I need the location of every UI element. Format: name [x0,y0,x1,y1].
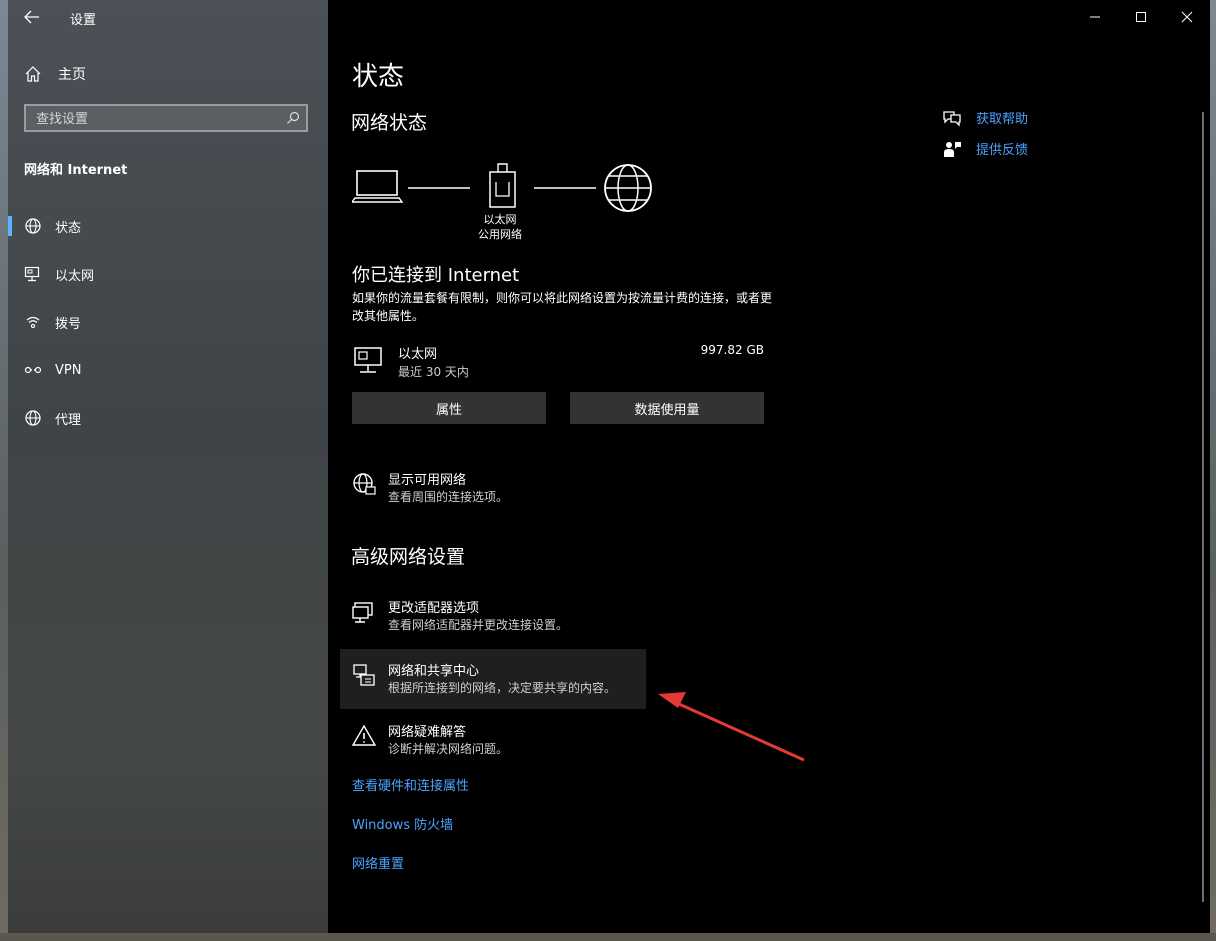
properties-button[interactable]: 属性 [352,392,546,424]
diagram-label-type: 以太网 [483,213,517,226]
sidebar-item-status[interactable]: 状态 [8,202,328,250]
title-bar: 设置 [8,0,328,34]
adapter-period: 最近 30 天内 [398,365,469,379]
sidebar: 设置 主页 网络和 Internet 状态 [8,0,328,933]
home-label: 主页 [58,67,86,83]
laptop-icon [352,170,404,203]
hardware-properties-link[interactable]: 查看硬件和连接属性 [352,775,469,794]
sidebar-item-home[interactable]: 主页 [24,62,86,86]
windows-firewall-link[interactable]: Windows 防火墙 [352,814,453,833]
maximize-icon [1136,12,1146,22]
diagram-label-profile: 公用网络 [478,228,522,241]
desktop-edge-right [1210,0,1216,941]
sharing-center-icon [353,664,375,686]
network-reset-link[interactable]: 网络重置 [352,853,404,872]
adapter-usage-value: 997.82 GB [700,343,764,357]
globe-network-icon [353,473,376,495]
window-controls [1072,0,1210,34]
section-title: 网络和 Internet [24,163,128,178]
network-status-heading: 网络状态 [351,112,428,134]
search-icon[interactable] [286,111,300,125]
feedback-label: 提供反馈 [976,143,1029,158]
adapter-options-sub: 查看网络适配器并更改连接设置。 [388,618,569,632]
ethernet-icon [24,266,40,282]
sidebar-nav: 状态 以太网 拨号 VPN 代理 [8,202,328,442]
sidebar-item-dialup[interactable]: 拨号 [8,298,328,346]
feedback-icon [944,141,961,157]
main-content: 状态 网络状态 以太网 公用网络 你已连接到 Internet 如果你的流量套餐… [328,0,1210,933]
globe-icon [25,410,41,426]
warning-icon [352,724,376,746]
search-box[interactable] [24,104,308,132]
adapter-usage: 以太网 最近 30 天内 997.82 GB [352,342,764,382]
scrollbar[interactable] [1202,112,1204,902]
page-title: 状态 [352,62,405,92]
app-title: 设置 [70,13,97,28]
sidebar-item-vpn[interactable]: VPN [8,346,328,394]
sharing-center-sub: 根据所连接到的网络，决定要共享的内容。 [388,681,617,695]
sidebar-item-label: 以太网 [55,268,95,284]
minimize-button[interactable] [1072,0,1118,34]
troubleshooter-title: 网络疑难解答 [388,725,467,740]
adapter-name: 以太网 [398,347,438,362]
search-input[interactable] [34,109,278,129]
sidebar-item-label: 代理 [55,412,82,428]
vpn-icon [24,366,42,374]
show-networks-sub: 查看周围的连接选项。 [388,490,509,504]
change-adapter-options[interactable]: 更改适配器选项 查看网络适配器并更改连接设置。 [340,586,646,644]
sidebar-item-ethernet[interactable]: 以太网 [8,250,328,298]
home-icon [25,66,41,82]
ethernet-port-icon [489,163,516,208]
connected-title: 你已连接到 Internet [352,265,520,286]
advanced-settings-heading: 高级网络设置 [351,546,466,568]
troubleshooter-sub: 诊断并解决网络问题。 [388,742,509,756]
sidebar-item-proxy[interactable]: 代理 [8,394,328,442]
maximize-button[interactable] [1118,0,1164,34]
adapter-icon [352,602,373,623]
desktop-edge-left [0,0,8,941]
data-usage-button[interactable]: 数据使用量 [570,392,764,424]
get-help-label: 获取帮助 [976,112,1029,127]
dialup-icon [26,316,40,329]
show-available-networks[interactable]: 显示可用网络 查看周围的连接选项。 [340,458,646,516]
desktop-edge-bottom [0,933,1216,941]
back-arrow-icon[interactable] [22,8,42,26]
globe-icon [25,218,41,234]
chat-help-icon [943,110,961,127]
internet-globe-icon [604,164,652,212]
network-sharing-center[interactable]: 网络和共享中心 根据所连接到的网络，决定要共享的内容。 [340,649,646,709]
network-troubleshooter[interactable]: 网络疑难解答 诊断并解决网络问题。 [340,710,646,768]
connected-description: 如果你的流量套餐有限制，则你可以将此网络设置为按流量计费的连接，或者更改其他属性… [352,291,773,323]
adapter-options-title: 更改适配器选项 [388,601,480,616]
close-button[interactable] [1164,0,1210,34]
close-icon [1181,11,1193,23]
show-networks-title: 显示可用网络 [388,473,467,488]
settings-window: 设置 主页 网络和 Internet 状态 [8,0,1210,933]
sharing-center-title: 网络和共享中心 [388,664,480,679]
sidebar-item-label: 状态 [55,220,82,236]
diagram-label: 以太网 公用网络 [450,212,550,242]
minimize-icon [1090,16,1100,18]
ethernet-adapter-icon [354,347,382,373]
sidebar-item-label: 拨号 [55,316,82,332]
sidebar-item-label: VPN [55,362,82,378]
